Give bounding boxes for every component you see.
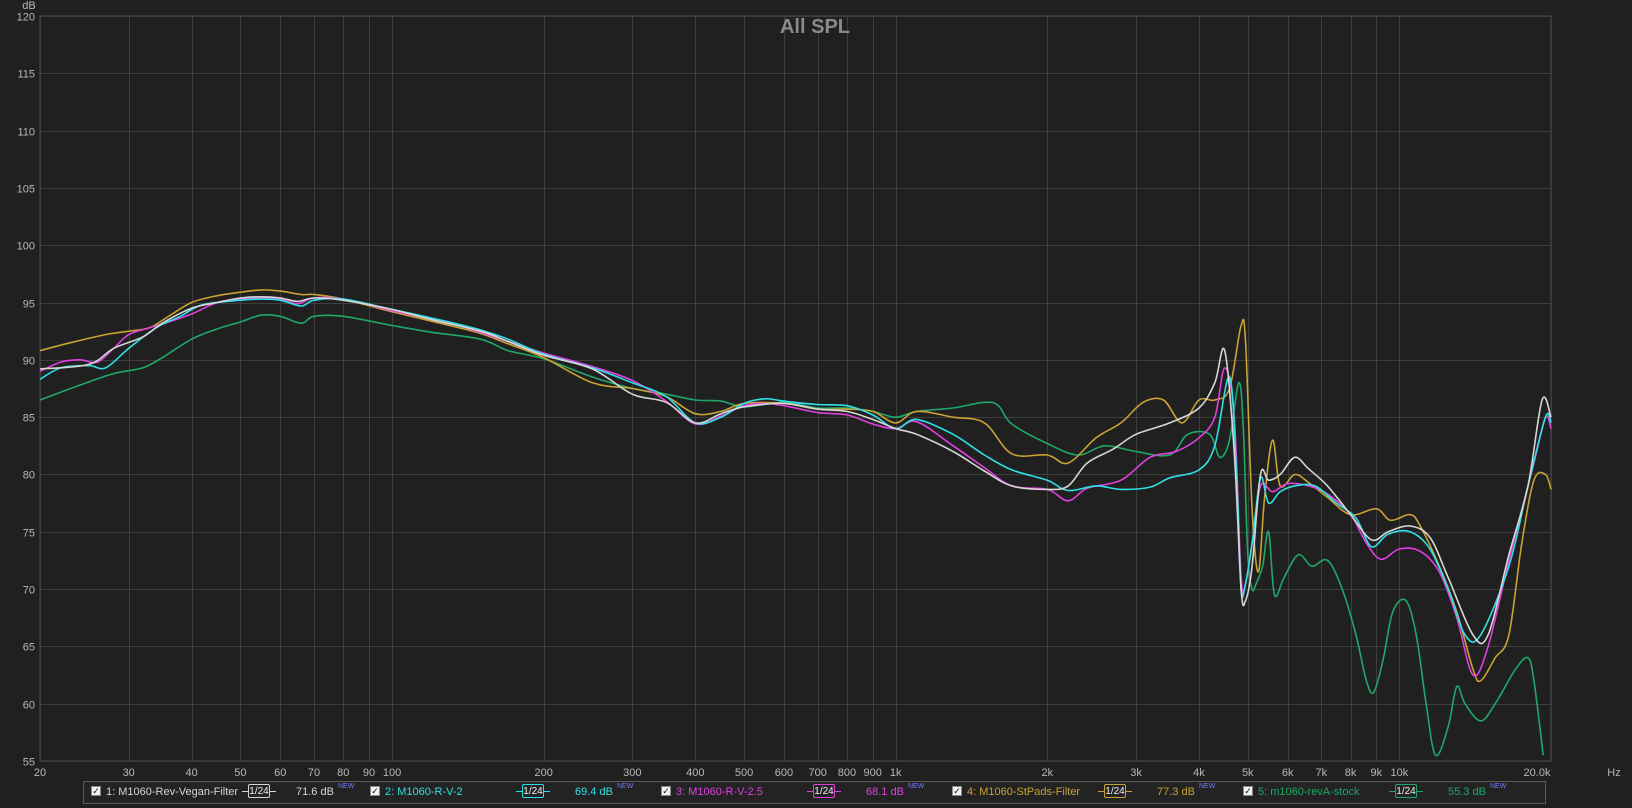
chart-title: All SPL: [780, 16, 850, 38]
legend-label-5: 5: m1060-revA-stock: [1258, 786, 1360, 798]
legend-level-1: 71.6 dB: [296, 786, 334, 798]
y-tick-label: 120: [17, 12, 35, 24]
y-axis-unit: dB: [22, 0, 35, 12]
new-badge-3: NEW: [908, 783, 925, 790]
smoothing-label-3: 1/24: [813, 784, 835, 798]
x-tick-label: 5k: [1242, 767, 1254, 779]
x-tick-label: 80: [337, 767, 349, 779]
x-tick-label: 3k: [1130, 767, 1142, 779]
x-tick-label: 8k: [1345, 767, 1357, 779]
y-tick-label: 90: [23, 356, 35, 368]
legend-checkbox-4[interactable]: ✓: [952, 786, 962, 796]
y-tick-label: 105: [17, 184, 35, 196]
legend-label-3: 3: M1060-R-V-2.5: [676, 786, 763, 798]
x-tick-label: 10k: [1391, 767, 1409, 779]
x-tick-label: 60: [274, 767, 286, 779]
new-badge-5: NEW: [1490, 783, 1507, 790]
series-lines: [39, 289, 1552, 757]
y-tick-label: 60: [23, 700, 35, 712]
y-tick-label: 115: [17, 69, 35, 81]
new-badge-4: NEW: [1199, 783, 1216, 790]
x-tick-label: 6k: [1282, 767, 1294, 779]
x-tick-label: 90: [363, 767, 375, 779]
x-tick-label: 100: [383, 767, 401, 779]
x-tick-label: 20.0k: [1524, 767, 1551, 779]
x-tick-label: 2k: [1042, 767, 1054, 779]
legend-level-4: 77.3 dB: [1157, 786, 1195, 798]
x-tick-label: 700: [809, 767, 827, 779]
x-tick-label: 7k: [1316, 767, 1328, 779]
y-tick-label: 110: [17, 127, 35, 139]
series-line-5: [39, 313, 1544, 757]
x-tick-label: 30: [123, 767, 135, 779]
spl-chart: 55606570758085909510010511011512020 30 40 5…: [17, 0, 1621, 779]
x-tick-label: 50: [234, 767, 246, 779]
smoothing-label-1: 1/24: [248, 784, 270, 798]
smoothing-box-4[interactable]: 1/24: [1098, 783, 1132, 800]
legend-label-1: 1: M1060-Rev-Vegan-Filter: [106, 786, 239, 798]
y-tick-label: 100: [17, 241, 35, 253]
y-tick-label: 85: [23, 413, 35, 425]
x-tick-label: 400: [686, 767, 704, 779]
smoothing-label-2: 1/24: [522, 784, 544, 798]
smoothing-label-4: 1/24: [1104, 784, 1126, 798]
x-axis-unit: Hz: [1607, 767, 1620, 779]
legend-label-2: 2: M1060-R-V-2: [385, 786, 463, 798]
series-line-4: [39, 289, 1552, 683]
series-line-2: [39, 297, 1552, 643]
legend-level-5: 55.3 dB: [1448, 786, 1486, 798]
smoothing-box-5[interactable]: 1/24: [1389, 783, 1423, 800]
y-tick-label: 75: [23, 528, 35, 540]
new-badge-2: NEW: [617, 783, 634, 790]
x-tick-label: 1k: [890, 767, 902, 779]
legend-level-3: 68.1 dB: [866, 786, 904, 798]
legend-bar: ✓ 1: M1060-Rev-Vegan-Filter 1/24 71.6 dB…: [83, 781, 1546, 804]
x-tick-label: 800: [838, 767, 856, 779]
new-badge-1: NEW: [338, 783, 355, 790]
x-tick-label: 40: [185, 767, 197, 779]
smoothing-box-1[interactable]: 1/24: [242, 783, 276, 800]
series-line-3: [39, 296, 1552, 677]
x-tick-label: 70: [308, 767, 320, 779]
x-tick-label: 500: [735, 767, 753, 779]
grid: [39, 15, 1552, 762]
smoothing-label-5: 1/24: [1395, 784, 1417, 798]
y-tick-label: 65: [23, 642, 35, 654]
y-tick-label: 80: [23, 470, 35, 482]
smoothing-box-2[interactable]: 1/24: [516, 783, 550, 800]
plot-frame: [39, 15, 1552, 762]
x-tick-label: 600: [775, 767, 793, 779]
x-tick-label: 20: [34, 767, 46, 779]
y-tick-label: 95: [23, 299, 35, 311]
x-tick-label: 9k: [1371, 767, 1383, 779]
smoothing-box-3[interactable]: 1/24: [807, 783, 841, 800]
x-tick-label: 900: [863, 767, 881, 779]
legend-checkbox-2[interactable]: ✓: [370, 786, 380, 796]
x-tick-label: 200: [534, 767, 552, 779]
legend-checkbox-5[interactable]: ✓: [1243, 786, 1253, 796]
series-line-1: [39, 296, 1552, 645]
y-tick-label: 70: [23, 585, 35, 597]
legend-checkbox-3[interactable]: ✓: [661, 786, 671, 796]
legend-checkbox-1[interactable]: ✓: [91, 786, 101, 796]
legend-label-4: 4: M1060-StPads-Filter: [967, 786, 1081, 798]
x-tick-label: 300: [623, 767, 641, 779]
x-tick-label: 4k: [1193, 767, 1205, 779]
legend-level-2: 69.4 dB: [575, 786, 613, 798]
